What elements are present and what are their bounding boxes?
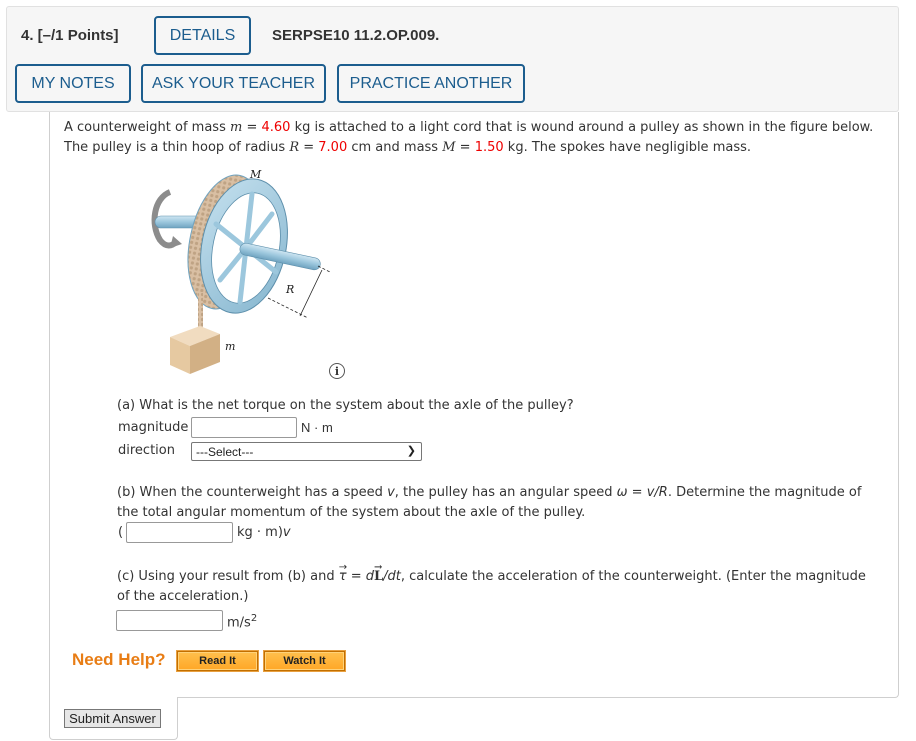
problem-line-2: The pulley is a thin hoop of radius R = … bbox=[64, 140, 751, 155]
part-c-question: (c) Using your result from (b) and τ = d… bbox=[117, 558, 897, 607]
question-code: SERPSE10 11.2.OP.009. bbox=[272, 27, 440, 44]
my-notes-button[interactable]: MY NOTES bbox=[15, 64, 131, 103]
problem-statement: A counterweight of mass m = 4.60 kg is a… bbox=[64, 118, 894, 158]
angular-momentum-unit: kg · m)v bbox=[237, 525, 291, 540]
direction-label: direction bbox=[118, 443, 175, 458]
pulley-figure: M R m bbox=[151, 168, 331, 374]
direction-select[interactable]: ---Select--- ❯ bbox=[191, 442, 422, 461]
mass-m-value: 4.60 bbox=[261, 120, 291, 135]
acceleration-unit: m/s2 bbox=[227, 613, 258, 631]
watch-it-button[interactable]: Watch It bbox=[263, 650, 346, 672]
ask-teacher-button[interactable]: ASK YOUR TEACHER bbox=[141, 64, 326, 103]
label-M: M bbox=[249, 168, 262, 181]
mass-M-value: 1.50 bbox=[474, 140, 504, 155]
acceleration-input[interactable] bbox=[116, 610, 223, 631]
question-header: 4. [–/1 Points] DETAILS SERPSE10 11.2.OP… bbox=[6, 6, 899, 112]
read-it-button[interactable]: Read It bbox=[176, 650, 259, 672]
details-button[interactable]: DETAILS bbox=[154, 16, 251, 55]
torque-magnitude-input[interactable] bbox=[191, 417, 297, 438]
open-paren: ( bbox=[118, 525, 124, 540]
question-title: 4. [–/1 Points] bbox=[21, 27, 119, 44]
part-a-question: (a) What is the net torque on the system… bbox=[117, 398, 574, 413]
angular-momentum-input[interactable] bbox=[126, 522, 233, 543]
need-help-label: Need Help? bbox=[72, 650, 166, 669]
practice-another-button[interactable]: PRACTICE ANOTHER bbox=[337, 64, 525, 103]
label-m: m bbox=[225, 340, 235, 353]
chevron-down-icon: ❯ bbox=[406, 445, 416, 457]
magnitude-label: magnitude bbox=[118, 420, 189, 435]
submit-answer-button[interactable]: Submit Answer bbox=[64, 709, 161, 728]
label-R: R bbox=[285, 283, 294, 296]
part-b-question: (b) When the counterweight has a speed v… bbox=[117, 485, 862, 520]
radius-value: 7.00 bbox=[318, 140, 348, 155]
direction-selected-value: ---Select--- bbox=[196, 444, 254, 459]
info-icon[interactable]: i bbox=[329, 363, 345, 379]
counterweight-block bbox=[170, 326, 220, 374]
torque-unit: N · m bbox=[301, 420, 333, 435]
problem-line-1: A counterweight of mass m = 4.60 kg is a… bbox=[64, 120, 874, 135]
